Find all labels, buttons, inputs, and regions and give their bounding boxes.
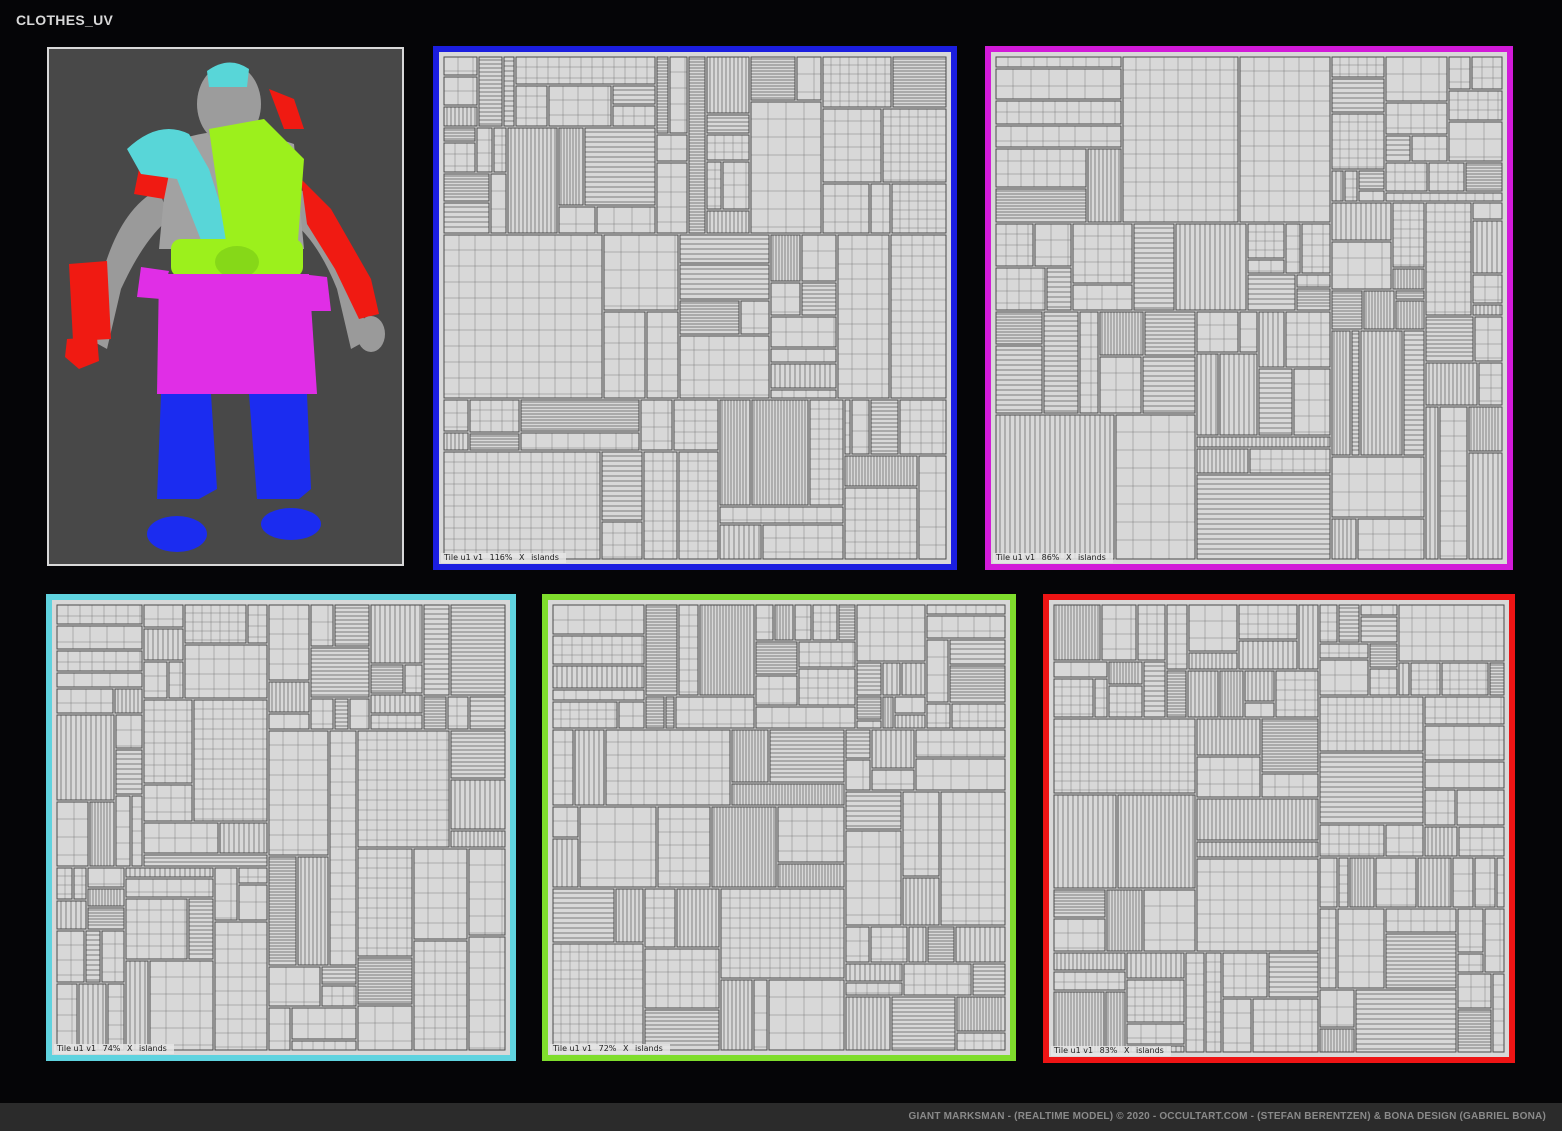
close-x-button[interactable]: X	[519, 553, 524, 562]
close-x-button[interactable]: X	[1066, 553, 1071, 562]
uv-status-bar: Tile u1 v1 86% X islands	[993, 553, 1113, 563]
uv-panel-cyan[interactable]: Tile u1 v1 74% X islands	[46, 594, 516, 1061]
tile-label: Tile u1 v1	[553, 1044, 593, 1053]
uv-status-bar: Tile u1 v1 74% X islands	[54, 1044, 174, 1054]
uv-panel-red[interactable]: Tile u1 v1 83% X islands	[1043, 594, 1515, 1063]
uv-status-bar: Tile u1 v1 116% X islands	[441, 553, 566, 563]
islands-label: islands	[531, 553, 559, 562]
zoom-label: 72%	[598, 1044, 617, 1053]
page-title: CLOTHES_UV	[16, 12, 114, 28]
uv-mesh	[995, 56, 1503, 560]
islands-label: islands	[138, 1044, 167, 1053]
zoom-label: 116%	[489, 553, 513, 562]
uv-mesh	[552, 604, 1006, 1051]
uv-status-bar: Tile u1 v1 72% X islands	[550, 1044, 670, 1054]
uv-panel-blue[interactable]: Tile u1 v1 116% X islands	[433, 46, 957, 570]
uv-mesh	[443, 56, 947, 560]
zoom-label: 86%	[1041, 553, 1060, 562]
tile-label: Tile u1 v1	[57, 1044, 97, 1053]
islands-label: islands	[634, 1044, 663, 1053]
close-x-button[interactable]: X	[127, 1044, 132, 1053]
uv-panel-green[interactable]: Tile u1 v1 72% X islands	[542, 594, 1016, 1061]
zoom-label: 74%	[102, 1044, 121, 1053]
character-render	[49, 49, 402, 564]
footer-credit: GIANT MARKSMAN - (REALTIME MODEL) © 2020…	[0, 1103, 1562, 1131]
uv-panel-magenta[interactable]: Tile u1 v1 86% X islands	[985, 46, 1513, 570]
tile-label: Tile u1 v1	[996, 553, 1036, 562]
tile-label: Tile u1 v1	[1054, 1046, 1094, 1055]
islands-label: islands	[1135, 1046, 1164, 1055]
close-x-button[interactable]: X	[623, 1044, 628, 1053]
tile-label: Tile u1 v1	[444, 553, 484, 562]
uv-mesh	[56, 604, 506, 1051]
character-viewport[interactable]	[47, 47, 404, 566]
uv-mesh	[1053, 604, 1505, 1053]
uv-status-bar: Tile u1 v1 83% X islands	[1051, 1046, 1171, 1056]
zoom-label: 83%	[1099, 1046, 1118, 1055]
close-x-button[interactable]: X	[1124, 1046, 1129, 1055]
islands-label: islands	[1077, 553, 1106, 562]
